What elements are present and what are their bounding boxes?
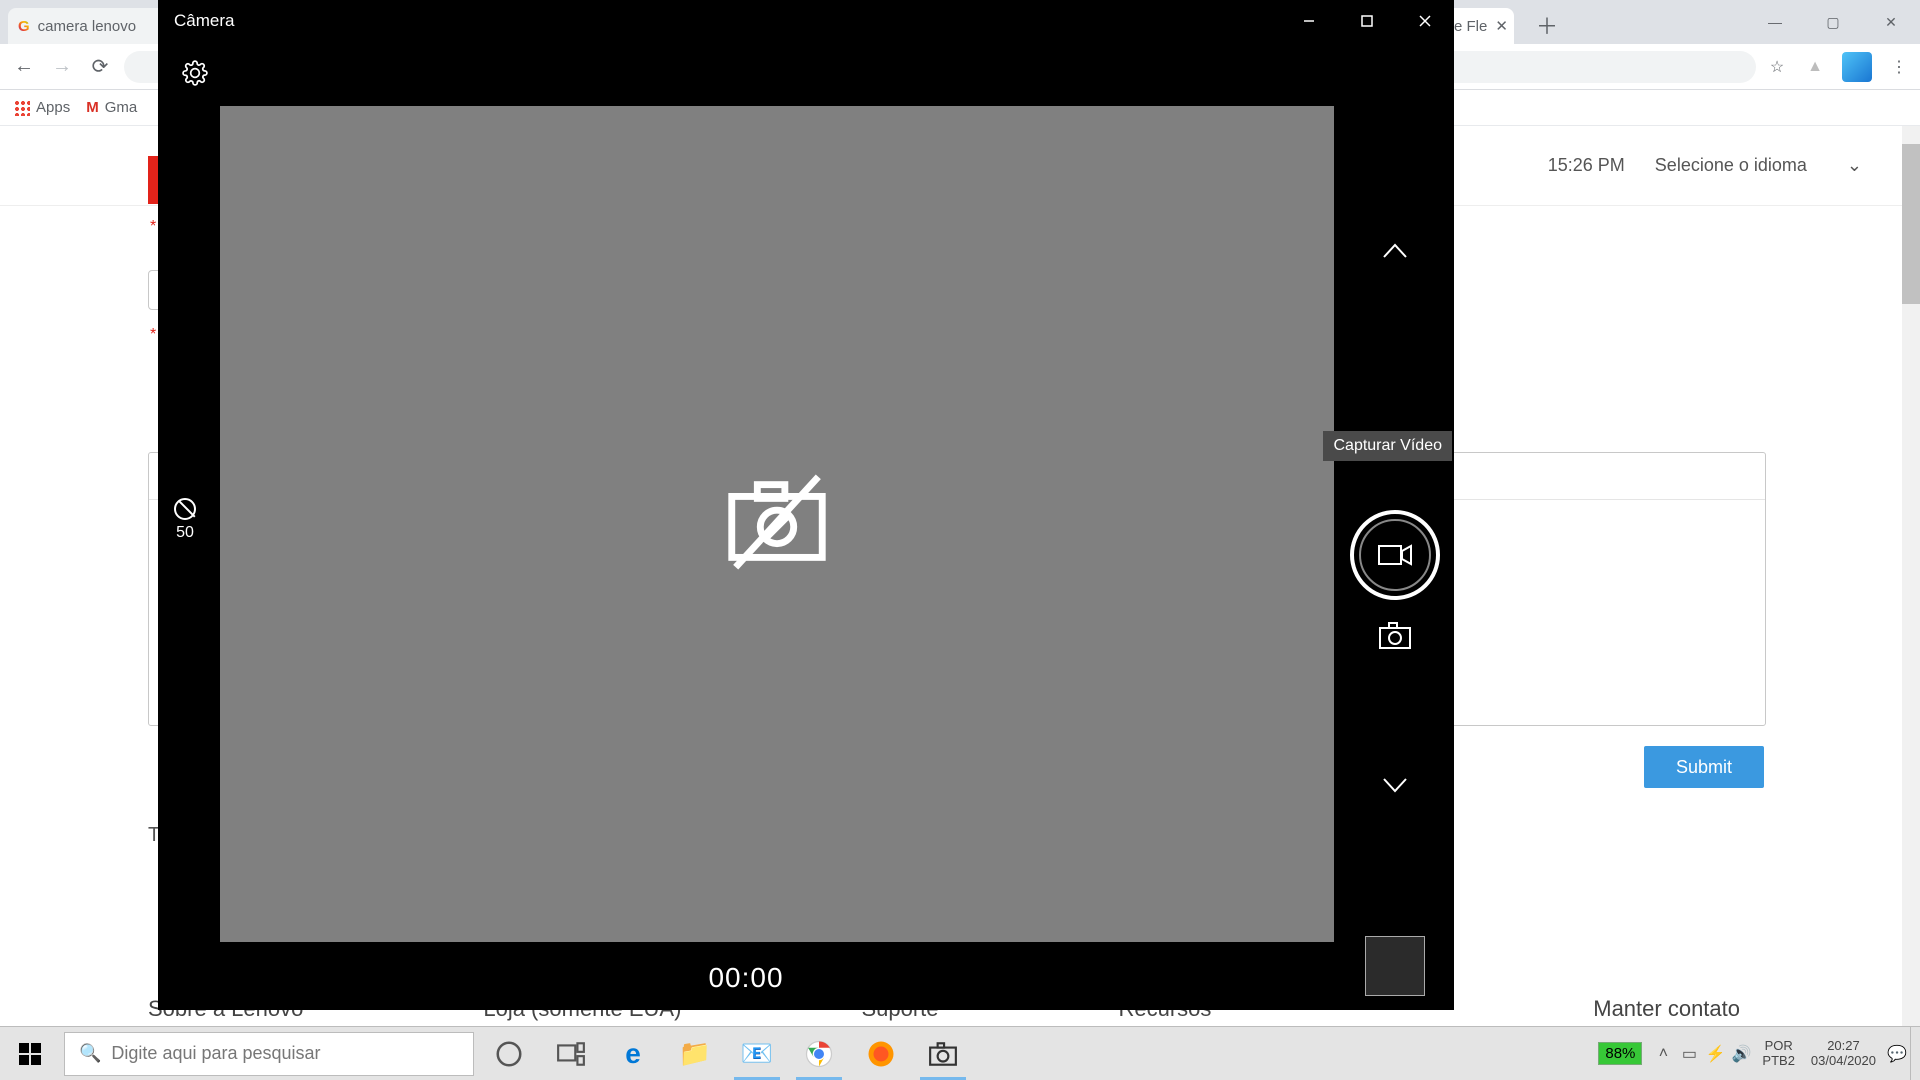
system-tray: 88% ˄ ▭ ⚡ 🔊 POR PTB2 20:27 03/04/2020 💬: [1598, 1027, 1920, 1080]
apps-grid-icon: [14, 100, 30, 116]
zoom-value: 50: [176, 524, 194, 541]
taskbar-chrome[interactable]: [788, 1027, 850, 1080]
search-placeholder: Digite aqui para pesquisar: [111, 1043, 320, 1064]
camera-controls-panel: Capturar Vídeo: [1336, 42, 1454, 1010]
taskbar-explorer[interactable]: 📁: [664, 1027, 726, 1080]
camera-icon: [928, 1039, 958, 1069]
new-tab-button[interactable]: ＋: [1532, 10, 1562, 40]
cortana-button[interactable]: [478, 1027, 540, 1080]
submit-label: Submit: [1676, 757, 1732, 778]
no-zoom-icon: [174, 498, 196, 520]
browser-window-controls: — ▢ ✕: [1746, 0, 1920, 44]
camera-maximize-button[interactable]: [1338, 0, 1396, 42]
show-desktop-button[interactable]: [1910, 1027, 1920, 1080]
gear-icon: [182, 60, 208, 86]
tray-chevron-icon[interactable]: ˄: [1650, 1045, 1676, 1063]
no-camera-icon: [718, 474, 836, 575]
mode-prev-button[interactable]: [1382, 242, 1408, 265]
folder-icon: 📁: [679, 1038, 711, 1069]
bookmark-star-icon[interactable]: ☆: [1766, 56, 1788, 78]
gallery-thumbnail[interactable]: [1365, 936, 1425, 996]
forward-button[interactable]: →: [48, 55, 76, 78]
camera-preview: [220, 106, 1334, 942]
bookmark-label: Gma: [105, 99, 138, 116]
drive-extension-icon[interactable]: ▲: [1804, 56, 1826, 78]
minimize-icon: [1303, 15, 1315, 27]
header-time: 15:26 PM: [1548, 155, 1625, 176]
bookmark-label: Apps: [36, 99, 70, 116]
camera-close-button[interactable]: [1396, 0, 1454, 42]
submit-button[interactable]: Submit: [1644, 746, 1764, 788]
lang-line2: PTB2: [1762, 1054, 1795, 1068]
reload-button[interactable]: ⟳: [86, 54, 114, 79]
google-favicon-icon: G: [18, 18, 30, 35]
edge-icon: e: [625, 1038, 641, 1070]
photo-mode-button[interactable]: [1378, 622, 1412, 650]
language-label: Selecione o idioma: [1655, 155, 1807, 176]
language-selector[interactable]: Selecione o idioma ⌄: [1655, 155, 1862, 176]
back-button[interactable]: ←: [10, 55, 38, 78]
camera-titlebar[interactable]: Câmera: [158, 0, 1454, 42]
windows-logo-icon: [19, 1043, 41, 1065]
required-asterisk: *: [150, 326, 156, 344]
taskbar-mail[interactable]: 📧: [726, 1027, 788, 1080]
browser-minimize-button[interactable]: —: [1746, 0, 1804, 44]
capture-tooltip: Capturar Vídeo: [1323, 431, 1452, 461]
page-scrollbar[interactable]: [1902, 126, 1920, 1040]
tab-title: camera lenovo: [38, 18, 136, 35]
gmail-icon: M: [86, 99, 99, 116]
mail-icon: 📧: [741, 1038, 773, 1069]
taskbar-search[interactable]: 🔍 Digite aqui para pesquisar: [64, 1032, 474, 1076]
wifi-icon[interactable]: ⚡: [1702, 1044, 1728, 1064]
camera-app-window: Câmera 50: [158, 0, 1454, 1010]
clock-date: 03/04/2020: [1811, 1054, 1876, 1068]
chrome-menu-icon[interactable]: ⋮: [1888, 56, 1910, 78]
action-center-icon[interactable]: 💬: [1884, 1044, 1910, 1064]
tray-language[interactable]: POR PTB2: [1754, 1039, 1803, 1068]
lang-line1: POR: [1762, 1039, 1795, 1053]
bookmark-apps[interactable]: Apps: [14, 99, 70, 116]
mode-next-button[interactable]: [1382, 776, 1408, 799]
close-icon: [1418, 14, 1432, 28]
camera-icon: [1378, 622, 1412, 650]
maximize-icon: [1361, 15, 1373, 27]
chevron-down-icon: ⌄: [1847, 155, 1862, 176]
video-icon: [1378, 543, 1412, 567]
browser-maximize-button[interactable]: ▢: [1804, 0, 1862, 44]
capture-video-button[interactable]: [1350, 510, 1440, 600]
required-asterisk: *: [150, 218, 156, 236]
chevron-down-icon: [1382, 777, 1408, 793]
battery-icon[interactable]: ▭: [1676, 1044, 1702, 1064]
taskbar-firefox[interactable]: [850, 1027, 912, 1080]
camera-window-controls: [1280, 0, 1454, 42]
bookmark-gmail[interactable]: M Gma: [86, 99, 137, 116]
volume-icon[interactable]: 🔊: [1728, 1044, 1754, 1064]
battery-percentage[interactable]: 88%: [1598, 1042, 1642, 1065]
tab-title: e Fle: [1454, 18, 1487, 35]
chevron-up-icon: [1382, 243, 1408, 259]
chrome-icon: [804, 1039, 834, 1069]
taskbar-edge[interactable]: e: [602, 1027, 664, 1080]
firefox-icon: [866, 1039, 896, 1069]
recording-timer: 00:00: [158, 962, 1334, 994]
clock-time: 20:27: [1811, 1039, 1876, 1053]
camera-settings-button[interactable]: [176, 54, 214, 92]
camera-minimize-button[interactable]: [1280, 0, 1338, 42]
search-icon: 🔍: [79, 1043, 101, 1064]
windows-taskbar: 🔍 Digite aqui para pesquisar e 📁 📧 88% ˄…: [0, 1026, 1920, 1080]
start-button[interactable]: [0, 1027, 60, 1080]
browser-tab-2[interactable]: e Fle ✕: [1448, 8, 1514, 44]
task-view-button[interactable]: [540, 1027, 602, 1080]
taskbar-camera[interactable]: [912, 1027, 974, 1080]
browser-close-button[interactable]: ✕: [1862, 0, 1920, 44]
zoom-indicator[interactable]: 50: [174, 498, 196, 542]
tab-close-icon[interactable]: ✕: [1495, 17, 1508, 35]
tray-clock[interactable]: 20:27 03/04/2020: [1803, 1039, 1884, 1068]
profile-avatar[interactable]: [1842, 52, 1872, 82]
camera-title: Câmera: [174, 11, 234, 31]
